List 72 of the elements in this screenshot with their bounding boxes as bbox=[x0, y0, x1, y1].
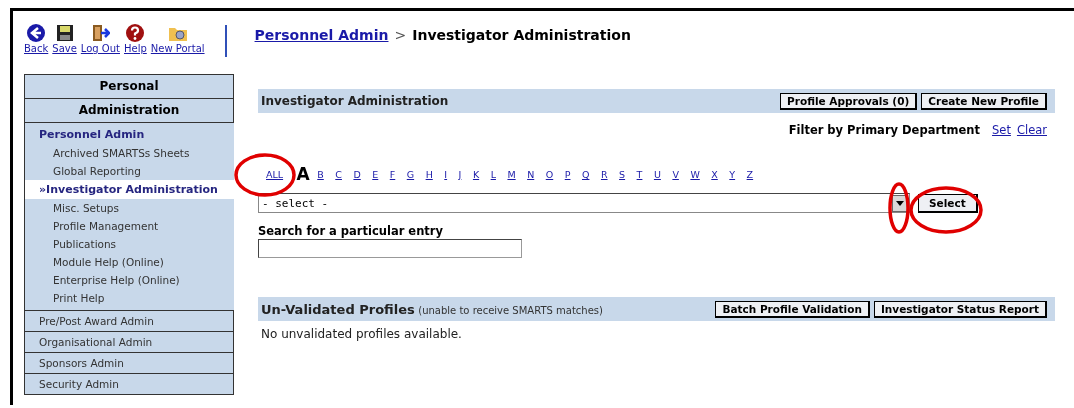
sidebar-item[interactable]: Global Reporting bbox=[25, 162, 234, 180]
letter-link[interactable]: Z bbox=[746, 169, 754, 183]
letter-link[interactable]: P bbox=[564, 169, 571, 183]
letter-link[interactable]: Q bbox=[581, 169, 590, 183]
letter-link[interactable]: H bbox=[425, 169, 433, 183]
letter-link[interactable]: M bbox=[507, 169, 516, 183]
filter-label: Filter by Primary Department bbox=[788, 123, 981, 137]
sidebar-section[interactable]: Security Admin bbox=[24, 374, 234, 395]
sidebar-section[interactable]: Sponsors Admin bbox=[24, 353, 234, 374]
filter-link[interactable]: Clear bbox=[1016, 123, 1047, 137]
letter-link[interactable]: J bbox=[458, 169, 462, 183]
toolbar-link[interactable]: New Portal bbox=[150, 23, 205, 54]
letter-link[interactable]: L bbox=[490, 169, 496, 183]
letter-link[interactable]: G bbox=[406, 169, 415, 183]
letter-link[interactable]: S bbox=[619, 169, 626, 183]
department-dropdown[interactable]: - select - bbox=[258, 193, 910, 213]
filter-link[interactable]: Set bbox=[992, 123, 1011, 137]
toolbar-link[interactable]: Back bbox=[24, 23, 49, 54]
sidebar-section[interactable]: Organisational Admin bbox=[24, 332, 234, 353]
letter-link[interactable]: K bbox=[472, 169, 480, 183]
help-icon bbox=[125, 23, 146, 43]
sidebar-header[interactable]: Administration bbox=[24, 99, 234, 123]
toolbar-link[interactable]: Save bbox=[52, 23, 77, 54]
section-button[interactable]: Investigator Status Report bbox=[873, 300, 1047, 318]
letter-link[interactable]: W bbox=[690, 169, 700, 183]
letter-link[interactable]: E bbox=[372, 169, 379, 183]
section-title: Un-Validated Profiles bbox=[261, 301, 415, 317]
sidebar-section[interactable]: Pre/Post Award Admin bbox=[24, 310, 234, 332]
letter-link[interactable]: V bbox=[672, 169, 679, 183]
letter-link[interactable]: I bbox=[444, 169, 448, 183]
back-icon bbox=[26, 23, 47, 43]
sidebar-group-title[interactable]: Personnel Admin bbox=[25, 127, 234, 144]
sidebar-item[interactable]: Profile Management bbox=[25, 217, 234, 235]
empty-message: No unvalidated profiles available. bbox=[260, 326, 463, 341]
section-button[interactable]: Batch Profile Validation bbox=[715, 300, 870, 318]
letter-link[interactable]: U bbox=[653, 169, 661, 183]
letter-link[interactable]: C bbox=[335, 169, 342, 183]
sidebar-item[interactable]: Misc. Setups bbox=[25, 199, 234, 217]
sidebar-item[interactable]: Module Help (Online) bbox=[25, 253, 234, 271]
sidebar-item[interactable]: Enterprise Help (Online) bbox=[25, 271, 234, 289]
letter-link[interactable]: T bbox=[636, 169, 643, 183]
letter-link[interactable]: D bbox=[353, 169, 361, 183]
letter-link[interactable]: A bbox=[296, 166, 310, 183]
toolbar-link[interactable]: Help bbox=[124, 23, 147, 54]
letter-link[interactable]: F bbox=[389, 169, 396, 183]
letter-link[interactable]: X bbox=[711, 169, 718, 183]
sidebar-item[interactable]: Archived SMARTSs Sheets bbox=[25, 144, 234, 162]
sidebar-item[interactable]: »Investigator Administration bbox=[25, 180, 234, 199]
letter-link[interactable]: Y bbox=[729, 169, 736, 183]
breadcrumb-current: Investigator Administration bbox=[412, 27, 631, 43]
sidebar-item[interactable]: Print Help bbox=[25, 289, 234, 307]
section-note: (unable to receive SMARTS matches) bbox=[418, 304, 603, 316]
search-label: Search for a particular entry bbox=[258, 224, 444, 238]
panel-title: Investigator Administration bbox=[261, 94, 449, 108]
save-icon bbox=[54, 23, 75, 43]
sidebar-item[interactable]: Publications bbox=[25, 235, 234, 253]
letter-link[interactable]: O bbox=[545, 169, 554, 183]
caret-icon bbox=[896, 200, 904, 206]
letter-link[interactable]: N bbox=[527, 169, 535, 183]
toolbar-link[interactable]: Log Out bbox=[80, 23, 120, 54]
breadcrumb-separator: > bbox=[394, 27, 407, 43]
panel-button[interactable]: Create New Profile bbox=[921, 92, 1047, 110]
annotation-circle bbox=[234, 153, 296, 197]
breadcrumb-link[interactable]: Personnel Admin bbox=[254, 27, 389, 43]
select-button[interactable]: Select bbox=[918, 193, 978, 213]
search-field[interactable] bbox=[258, 239, 522, 258]
letter-link[interactable]: ALL bbox=[266, 169, 284, 183]
letter-link[interactable]: R bbox=[600, 169, 608, 183]
door-icon bbox=[90, 23, 111, 43]
letter-link[interactable]: B bbox=[317, 169, 324, 183]
panel-button[interactable]: Profile Approvals (0) bbox=[780, 92, 918, 110]
sidebar-header[interactable]: Personal bbox=[24, 74, 234, 99]
